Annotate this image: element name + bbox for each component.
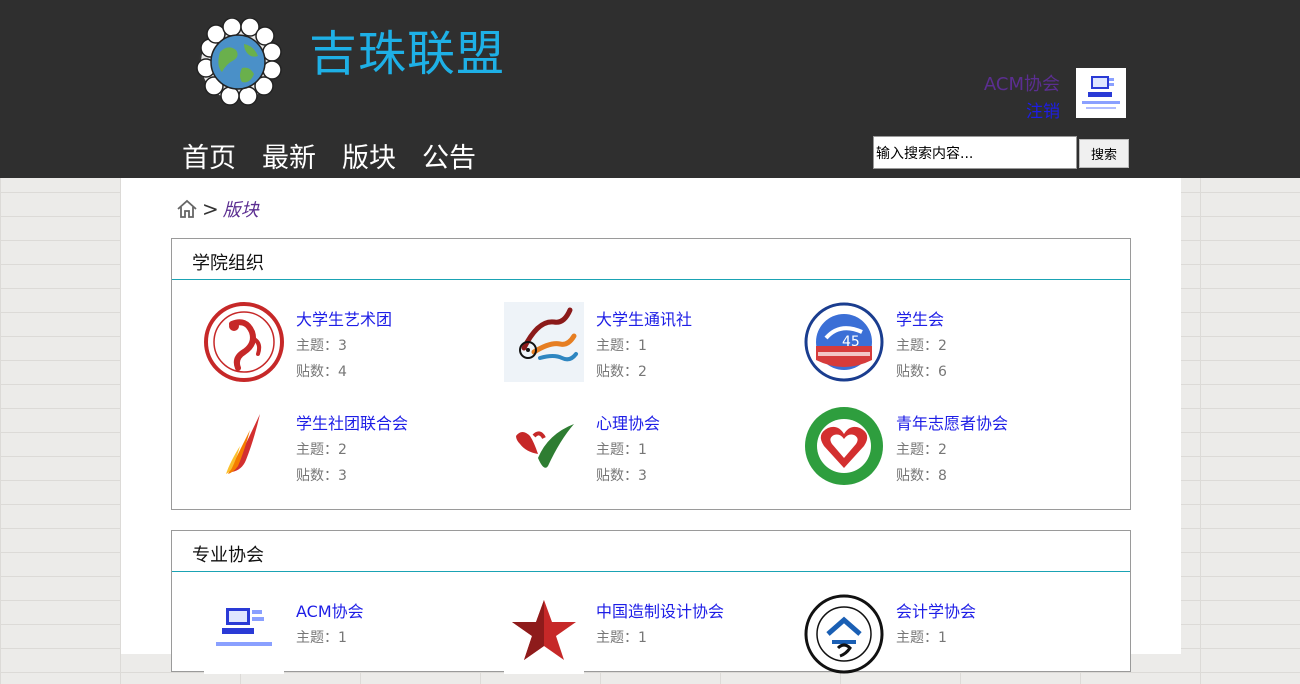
globe-logo-icon[interactable] xyxy=(190,18,286,108)
section-header: 学院组织 xyxy=(172,239,1130,280)
topic-count: 主题：3 xyxy=(296,338,347,354)
board-item: 学生社团联合会 主题：2 贴数：3 xyxy=(204,406,504,496)
board-name[interactable]: 学生会 xyxy=(896,306,944,330)
topic-count: 主题：1 xyxy=(596,442,647,458)
topic-count: 主题：1 xyxy=(896,630,947,646)
breadcrumb-current[interactable]: 版块 xyxy=(223,196,259,222)
breadcrumb: > 版块 xyxy=(176,196,259,222)
board-item: 大学生艺术团 主题：3 贴数：4 xyxy=(204,302,504,392)
section-college-orgs: 学院组织 大学生艺术团 主题：3 贴数：4 大学生通讯社 主题：1 贴数：2 4… xyxy=(171,238,1131,510)
post-count: 贴数：4 xyxy=(296,364,347,380)
board-item: 青年志愿者协会 主题：2 贴数：8 xyxy=(804,406,1104,496)
main-nav: 首页 最新 版块 公告 xyxy=(182,136,476,175)
site-title[interactable]: 吉珠联盟 xyxy=(309,14,505,84)
topic-count: 主题：2 xyxy=(296,442,347,458)
section-header: 专业协会 xyxy=(172,531,1130,572)
search-input[interactable] xyxy=(873,136,1077,169)
board-name[interactable]: 大学生艺术团 xyxy=(296,306,392,330)
topic-count: 主题：1 xyxy=(596,630,647,646)
post-count: 贴数：8 xyxy=(896,468,947,484)
news-agency-logo-icon[interactable] xyxy=(504,302,584,382)
board-name[interactable]: 心理协会 xyxy=(596,410,660,434)
psychology-logo-icon[interactable] xyxy=(504,406,584,486)
section-title: 专业协会 xyxy=(192,545,264,566)
nav-boards[interactable]: 版块 xyxy=(342,136,396,175)
nav-latest[interactable]: 最新 xyxy=(262,136,316,175)
post-count: 贴数：2 xyxy=(596,364,647,380)
art-troupe-logo-icon[interactable] xyxy=(204,302,284,382)
board-item: 中国造制设计协会 主题：1 xyxy=(504,594,804,684)
home-icon[interactable] xyxy=(176,198,198,220)
board-item: 45 学生会 主题：2 贴数：6 xyxy=(804,302,1104,392)
post-count: 贴数：3 xyxy=(296,468,347,484)
accounting-logo-icon[interactable] xyxy=(804,594,884,674)
board-name[interactable]: 大学生通讯社 xyxy=(596,306,692,330)
topic-count: 主题：1 xyxy=(596,338,647,354)
topic-count: 主题：2 xyxy=(896,442,947,458)
site-header: 吉珠联盟 ACM协会 注销 首页 最新 版块 公告 搜索 xyxy=(0,0,1300,178)
student-union-logo-icon[interactable]: 45 xyxy=(804,302,884,382)
topic-count: 主题：2 xyxy=(896,338,947,354)
breadcrumb-separator: > xyxy=(202,197,219,221)
section-professional: 专业协会 ACM协会 主题：1 中国造制设计协会 主题：1 会计学协会 主题：1 xyxy=(171,530,1131,674)
volunteer-logo-icon[interactable] xyxy=(804,406,884,486)
nav-announcements[interactable]: 公告 xyxy=(422,136,476,175)
acm-logo-icon[interactable] xyxy=(204,594,284,674)
search-button[interactable]: 搜索 xyxy=(1079,139,1129,168)
post-count: 贴数：6 xyxy=(896,364,947,380)
topic-count: 主题：1 xyxy=(296,630,347,646)
post-count: 贴数：3 xyxy=(596,468,647,484)
board-name[interactable]: 学生社团联合会 xyxy=(296,410,408,434)
board-item: 心理协会 主题：1 贴数：3 xyxy=(504,406,804,496)
section-title: 学院组织 xyxy=(192,253,264,274)
board-name[interactable]: 会计学协会 xyxy=(896,598,976,622)
board-item: ACM协会 主题：1 xyxy=(204,594,504,684)
svg-text:45: 45 xyxy=(842,334,860,350)
user-avatar-icon[interactable] xyxy=(1076,68,1126,118)
board-item: 会计学协会 主题：1 xyxy=(804,594,1104,684)
design-logo-icon[interactable] xyxy=(504,594,584,674)
board-name[interactable]: 中国造制设计协会 xyxy=(596,598,724,622)
club-federation-logo-icon[interactable] xyxy=(204,406,284,486)
board-name[interactable]: 青年志愿者协会 xyxy=(896,410,1008,434)
board-name[interactable]: ACM协会 xyxy=(296,598,364,622)
logout-link[interactable]: 注销 xyxy=(1026,97,1060,122)
nav-home[interactable]: 首页 xyxy=(182,136,236,175)
user-name-link[interactable]: ACM协会 xyxy=(984,70,1060,96)
board-item: 大学生通讯社 主题：1 贴数：2 xyxy=(504,302,804,392)
